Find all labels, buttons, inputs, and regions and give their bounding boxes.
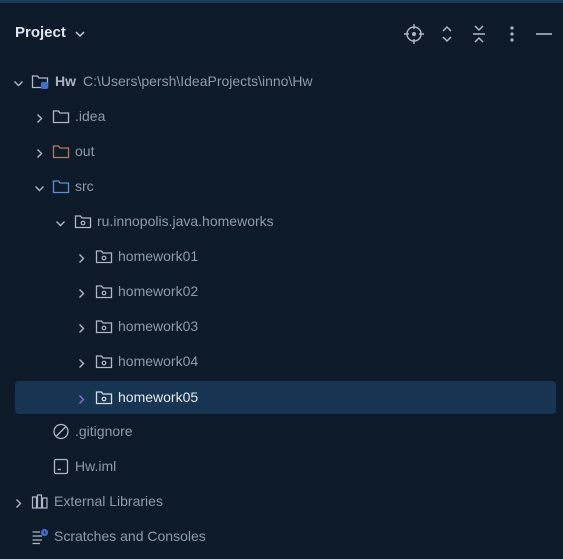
tree-row-homework04[interactable]: homework04 bbox=[0, 345, 563, 380]
tree-row-gitignore[interactable]: .gitignore bbox=[0, 415, 563, 450]
tool-window-header: Project bbox=[0, 3, 563, 65]
chevron-down-icon[interactable] bbox=[74, 27, 86, 39]
tree-row-package[interactable]: ru.innopolis.java.homeworks bbox=[0, 205, 563, 240]
external-libraries-label: External Libraries bbox=[54, 493, 163, 509]
package-icon bbox=[95, 353, 113, 370]
chevron-right-icon[interactable] bbox=[76, 251, 87, 263]
root-label: Hw bbox=[55, 73, 76, 89]
tree-row-root[interactable]: Hw C:\Users\persh\IdeaProjects\inno\Hw bbox=[0, 65, 563, 100]
tree-row-iml[interactable]: Hw.iml bbox=[0, 450, 563, 485]
tree-row-src[interactable]: src bbox=[0, 170, 563, 205]
root-path: C:\Users\persh\IdeaProjects\inno\Hw bbox=[83, 73, 313, 89]
chevron-right-icon[interactable] bbox=[34, 146, 45, 158]
project-tool-window: Project Hw C:\Users\persh\IdeaProjects\i… bbox=[0, 0, 563, 559]
homework01-label: homework01 bbox=[118, 248, 199, 264]
homework05-label: homework05 bbox=[118, 389, 199, 405]
package-icon bbox=[95, 389, 113, 406]
homework03-label: homework03 bbox=[118, 318, 199, 334]
more-options-icon[interactable] bbox=[501, 23, 523, 45]
package-icon bbox=[95, 283, 113, 300]
chevron-down-icon[interactable] bbox=[13, 76, 24, 87]
scratches-label: Scratches and Consoles bbox=[54, 528, 206, 544]
src-label: src bbox=[75, 178, 94, 194]
minimize-icon[interactable] bbox=[533, 23, 555, 45]
ignore-file-icon bbox=[52, 423, 70, 440]
out-label: out bbox=[75, 143, 95, 159]
tree-row-out[interactable]: out bbox=[0, 135, 563, 170]
chevron-down-icon[interactable] bbox=[34, 181, 45, 192]
chevron-down-icon[interactable] bbox=[55, 216, 66, 227]
chevron-right-icon[interactable] bbox=[76, 392, 87, 404]
gitignore-label: .gitignore bbox=[75, 423, 133, 439]
homework02-label: homework02 bbox=[118, 283, 199, 299]
expand-all-icon[interactable] bbox=[436, 23, 458, 45]
package-icon bbox=[95, 248, 113, 265]
iml-label: Hw.iml bbox=[75, 458, 117, 474]
chevron-right-icon[interactable] bbox=[76, 286, 87, 298]
library-icon bbox=[31, 493, 49, 510]
source-folder-icon bbox=[52, 178, 70, 195]
chevron-right-icon[interactable] bbox=[76, 321, 87, 333]
panel-title[interactable]: Project bbox=[15, 24, 66, 41]
tree-row-external-libraries[interactable]: External Libraries bbox=[0, 485, 563, 520]
tree-row-scratches[interactable]: Scratches and Consoles bbox=[0, 520, 563, 555]
chevron-right-icon[interactable] bbox=[34, 111, 45, 123]
package-label: ru.innopolis.java.homeworks bbox=[97, 213, 274, 229]
idea-label: .idea bbox=[75, 108, 106, 124]
tree-row-homework01[interactable]: homework01 bbox=[0, 240, 563, 275]
tree-row-homework03[interactable]: homework03 bbox=[0, 310, 563, 345]
tree-row-idea[interactable]: .idea bbox=[0, 100, 563, 135]
folder-icon bbox=[52, 108, 70, 125]
excluded-folder-icon bbox=[52, 143, 70, 160]
tree-row-homework05[interactable]: homework05 bbox=[0, 381, 563, 416]
locate-icon[interactable] bbox=[403, 23, 425, 45]
scratches-icon bbox=[31, 528, 49, 545]
module-folder-icon bbox=[31, 73, 49, 90]
homework04-label: homework04 bbox=[118, 353, 199, 369]
chevron-right-icon[interactable] bbox=[13, 496, 24, 508]
iml-file-icon bbox=[52, 458, 70, 475]
package-icon bbox=[95, 318, 113, 335]
chevron-right-icon[interactable] bbox=[76, 356, 87, 368]
tree-row-homework02[interactable]: homework02 bbox=[0, 275, 563, 310]
package-icon bbox=[74, 213, 92, 230]
collapse-all-icon[interactable] bbox=[468, 23, 490, 45]
